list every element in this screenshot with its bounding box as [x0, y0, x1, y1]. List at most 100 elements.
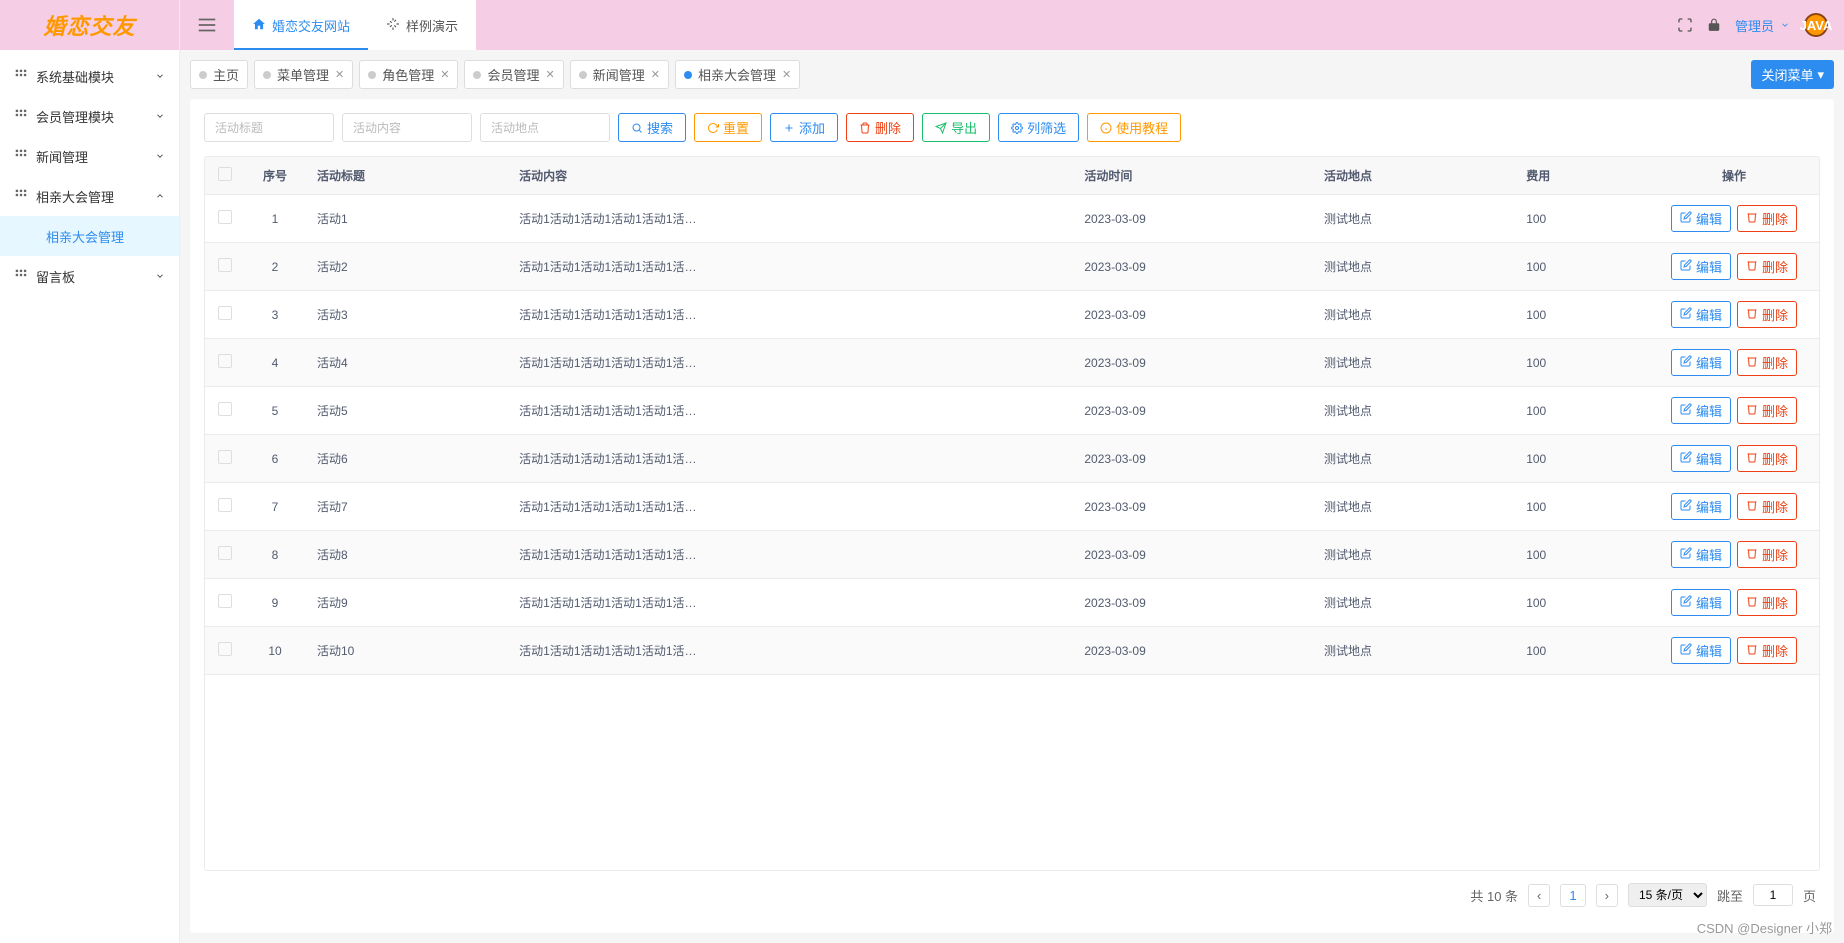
row-checkbox[interactable] [218, 450, 232, 464]
search-button[interactable]: 搜索 [618, 113, 686, 142]
next-page-button[interactable]: › [1596, 884, 1618, 907]
row-checkbox[interactable] [218, 354, 232, 368]
user-menu[interactable]: 管理员 [1735, 16, 1790, 35]
row-delete-button[interactable]: 删除 [1737, 637, 1797, 664]
top-tab[interactable]: 样例演示 [368, 0, 476, 50]
cell-index: 6 [245, 435, 305, 483]
trash-icon [859, 122, 871, 134]
tab-chip-label: 主页 [213, 65, 239, 84]
table-body: 1活动1活动1活动1活动1活动1活动1活…2023-03-09测试地点100编辑… [205, 195, 1819, 675]
row-checkbox[interactable] [218, 642, 232, 656]
edit-button[interactable]: 编辑 [1671, 637, 1731, 664]
cell-content: 活动1活动1活动1活动1活动1活… [507, 435, 1072, 483]
sidebar-item[interactable]: 新闻管理 [0, 136, 179, 176]
tab-chip[interactable]: 相亲大会管理✕ [675, 60, 800, 89]
edit-button[interactable]: 编辑 [1671, 205, 1731, 232]
row-delete-button[interactable]: 删除 [1737, 589, 1797, 616]
cell-content: 活动1活动1活动1活动1活动1活… [507, 291, 1072, 339]
top-tab[interactable]: 婚恋交友网站 [234, 0, 368, 50]
row-checkbox[interactable] [218, 258, 232, 272]
sidebar-item-label: 相亲大会管理 [36, 187, 114, 206]
close-icon[interactable]: ✕ [440, 68, 449, 81]
row-delete-button[interactable]: 删除 [1737, 493, 1797, 520]
close-icon[interactable]: ✕ [546, 68, 555, 81]
row-checkbox[interactable] [218, 498, 232, 512]
edit-button[interactable]: 编辑 [1671, 493, 1731, 520]
edit-icon [1680, 403, 1692, 418]
edit-button[interactable]: 编辑 [1671, 349, 1731, 376]
sidebar-subitem[interactable]: 相亲大会管理 [0, 216, 179, 256]
add-button[interactable]: 添加 [770, 113, 838, 142]
edit-button[interactable]: 编辑 [1671, 301, 1731, 328]
column-filter-button[interactable]: 列筛选 [998, 113, 1079, 142]
tab-chip[interactable]: 菜单管理✕ [254, 60, 353, 89]
edit-button[interactable]: 编辑 [1671, 397, 1731, 424]
chevron-down-icon [1780, 20, 1790, 30]
select-all-checkbox[interactable] [218, 167, 232, 181]
sidebar-item[interactable]: 留言板 [0, 256, 179, 296]
filter-place-input[interactable] [480, 113, 610, 142]
menu-toggle-icon[interactable] [196, 14, 218, 36]
cell-fee: 100 [1514, 579, 1649, 627]
lock-icon[interactable] [1707, 18, 1721, 32]
close-icon[interactable]: ✕ [782, 68, 791, 81]
tab-chip[interactable]: 会员管理✕ [464, 60, 563, 89]
filter-content-input[interactable] [342, 113, 472, 142]
page-size-select[interactable]: 15 条/页 [1628, 883, 1707, 907]
tab-chip[interactable]: 角色管理 ✕ [359, 60, 458, 89]
sidebar-item[interactable]: 会员管理模块 [0, 96, 179, 136]
table-row: 1活动1活动1活动1活动1活动1活动1活…2023-03-09测试地点100编辑… [205, 195, 1819, 243]
fullscreen-icon[interactable] [1677, 17, 1693, 33]
cell-place: 测试地点 [1312, 435, 1514, 483]
content: 主页菜单管理✕角色管理✕会员管理✕新闻管理✕相亲大会管理✕关闭菜单▾ 搜索 重置… [180, 50, 1844, 943]
sidebar-item[interactable]: 相亲大会管理 [0, 176, 179, 216]
row-checkbox[interactable] [218, 306, 232, 320]
delete-button[interactable]: 删除 [846, 113, 914, 142]
info-icon [1100, 122, 1112, 134]
jump-input[interactable] [1753, 884, 1793, 906]
close-icon[interactable]: ✕ [651, 68, 660, 81]
row-delete-button[interactable]: 删除 [1737, 301, 1797, 328]
tab-chip[interactable]: 新闻管理✕ [570, 60, 669, 89]
row-checkbox[interactable] [218, 546, 232, 560]
user-name: 管理员 [1735, 16, 1774, 35]
row-delete-button[interactable]: 删除 [1737, 205, 1797, 232]
prev-page-button[interactable]: ‹ [1528, 884, 1550, 907]
row-delete-button[interactable]: 删除 [1737, 349, 1797, 376]
edit-button[interactable]: 编辑 [1671, 541, 1731, 568]
close-icon[interactable]: ✕ [335, 68, 344, 81]
edit-button[interactable]: 编辑 [1671, 445, 1731, 472]
table-row: 5活动5活动1活动1活动1活动1活动1活…2023-03-09测试地点100编辑… [205, 387, 1819, 435]
row-delete-button[interactable]: 删除 [1737, 253, 1797, 280]
row-checkbox[interactable] [218, 210, 232, 224]
close-menu-button[interactable]: 关闭菜单▾ [1751, 60, 1834, 89]
row-delete-button[interactable]: 删除 [1737, 445, 1797, 472]
cell-place: 测试地点 [1312, 531, 1514, 579]
tab-chip[interactable]: 主页 [190, 60, 248, 89]
spark-icon [386, 17, 400, 34]
filter-title-input[interactable] [204, 113, 334, 142]
row-checkbox[interactable] [218, 594, 232, 608]
reset-button[interactable]: 重置 [694, 113, 762, 142]
avatar[interactable]: JAVA [1804, 13, 1828, 37]
row-checkbox[interactable] [218, 402, 232, 416]
tab-chip-label: 角色管理 [382, 65, 434, 84]
tab-dot-icon [684, 71, 692, 79]
table-row: 9活动9活动1活动1活动1活动1活动1活…2023-03-09测试地点100编辑… [205, 579, 1819, 627]
cell-index: 7 [245, 483, 305, 531]
row-delete-button[interactable]: 删除 [1737, 541, 1797, 568]
export-button[interactable]: 导出 [922, 113, 990, 142]
cell-content: 活动1活动1活动1活动1活动1活… [507, 339, 1072, 387]
edit-button[interactable]: 编辑 [1671, 589, 1731, 616]
trash-icon [1746, 403, 1758, 418]
page-number[interactable]: 1 [1560, 884, 1585, 907]
table-row: 6活动6活动1活动1活动1活动1活动1活…2023-03-09测试地点100编辑… [205, 435, 1819, 483]
cell-place: 测试地点 [1312, 627, 1514, 675]
edit-button[interactable]: 编辑 [1671, 253, 1731, 280]
sidebar-item[interactable]: 系统基础模块 [0, 56, 179, 96]
send-icon [935, 122, 947, 134]
cell-title: 活动10 [305, 627, 507, 675]
row-delete-button[interactable]: 删除 [1737, 397, 1797, 424]
grid-icon [14, 68, 28, 85]
help-button[interactable]: 使用教程 [1087, 113, 1181, 142]
